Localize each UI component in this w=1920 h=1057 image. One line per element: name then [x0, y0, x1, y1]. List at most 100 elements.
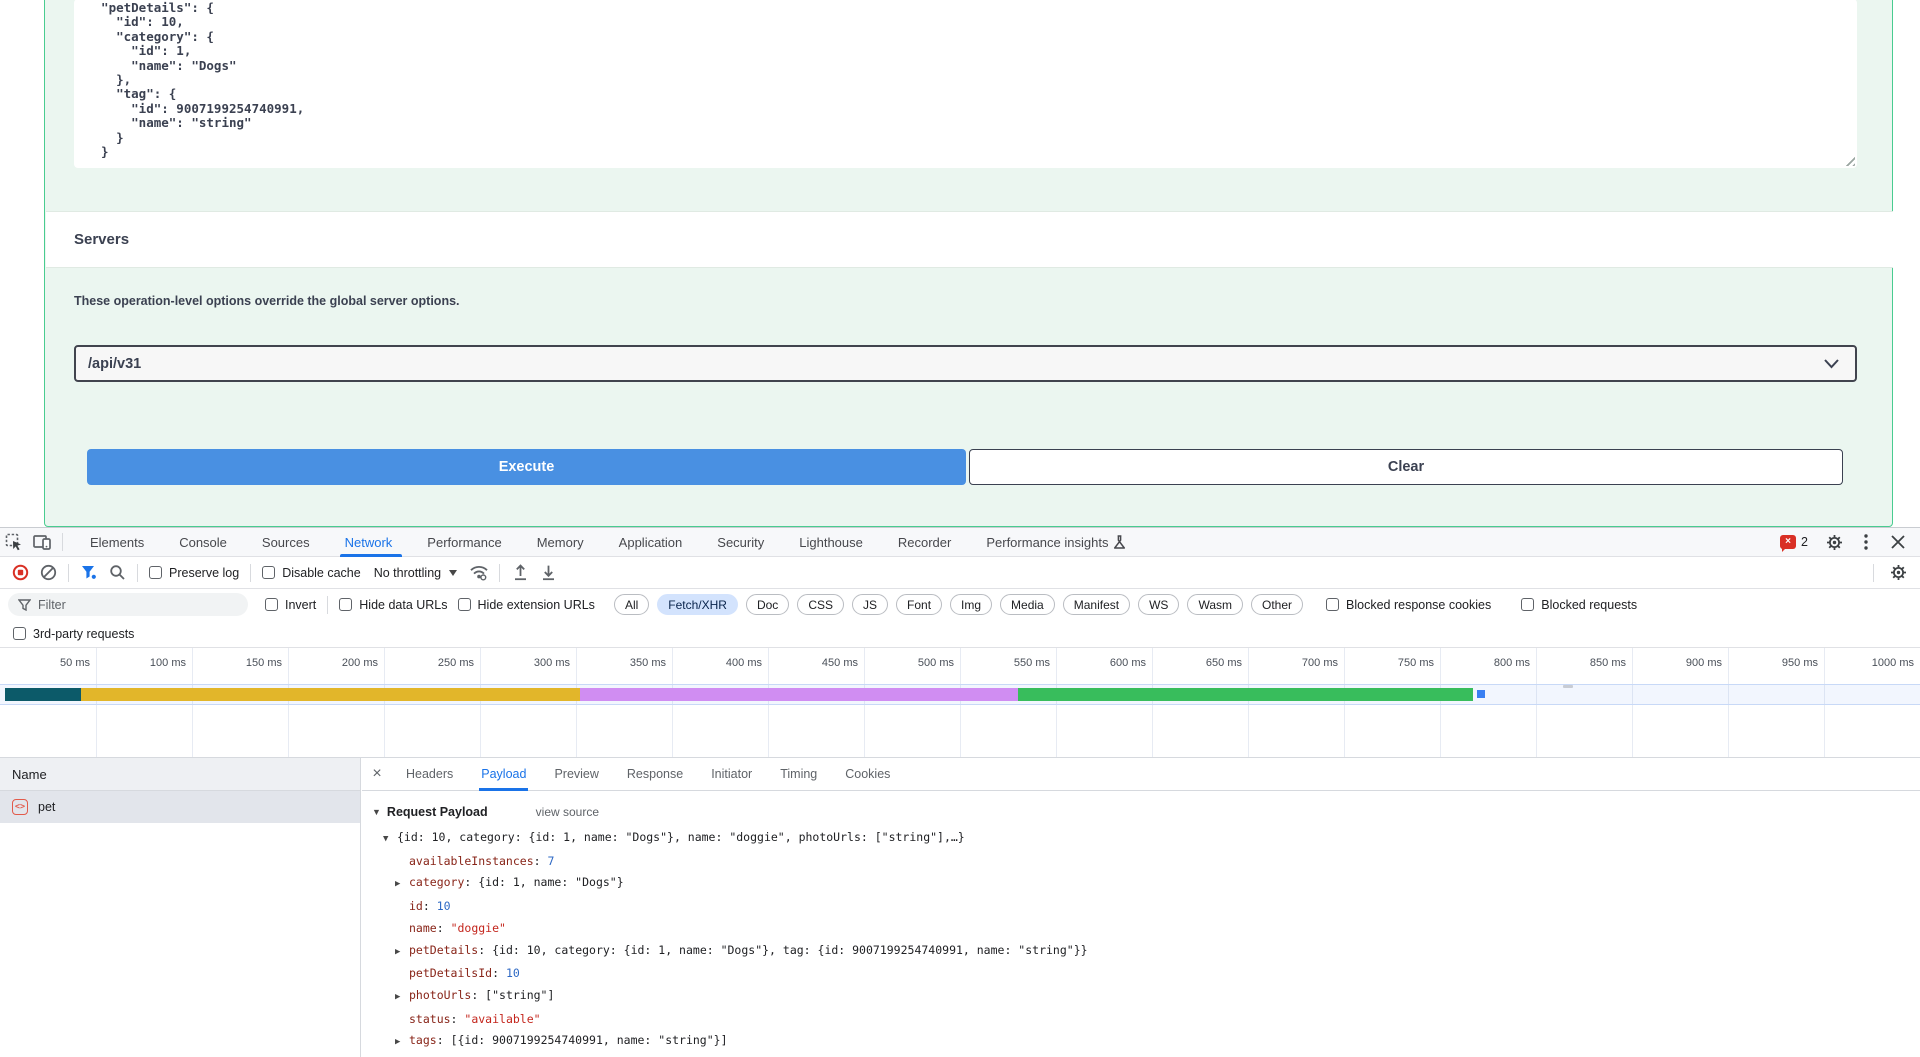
detail-tab[interactable]: Timing: [766, 758, 831, 791]
payload-row[interactable]: status: "available": [383, 1009, 1920, 1031]
view-source-link[interactable]: view source: [536, 805, 599, 819]
main-tab[interactable]: Recorder: [883, 528, 971, 557]
main-tab-label: Console: [179, 535, 227, 550]
main-tab[interactable]: Console: [164, 528, 247, 557]
checkbox[interactable]: [265, 598, 278, 611]
detail-tab[interactable]: Cookies: [831, 758, 904, 791]
name-column-header[interactable]: Name: [0, 758, 360, 791]
request-type-pill[interactable]: All: [614, 594, 649, 615]
colon: :: [471, 988, 485, 1002]
pill-label: Manifest: [1074, 598, 1119, 612]
blocked-requests-checkbox[interactable]: Blocked requests: [1516, 598, 1642, 612]
request-body-json[interactable]: "petDetails": { "id": 10, "category": { …: [74, 0, 1857, 161]
payload-row[interactable]: ▶petDetails: {id: 10, category: {id: 1, …: [383, 940, 1920, 964]
hide-extension-urls-checkbox[interactable]: Hide extension URLs: [453, 598, 600, 612]
request-type-pill[interactable]: Font: [896, 594, 942, 615]
network-settings-gear-icon[interactable]: [1884, 561, 1912, 585]
close-devtools-icon[interactable]: [1884, 530, 1912, 554]
request-type-pill[interactable]: CSS: [797, 594, 844, 615]
payload-row[interactable]: ▶category: {id: 1, name: "Dogs"}: [383, 872, 1920, 896]
main-tab[interactable]: Security: [702, 528, 784, 557]
checkbox[interactable]: [149, 566, 162, 579]
timeline-tick-label: 200 ms: [342, 657, 378, 669]
clear-network-log-icon[interactable]: [34, 561, 62, 585]
payload-row[interactable]: petDetailsId: 10: [383, 963, 1920, 985]
expand-triangle-icon[interactable]: ▶: [395, 942, 409, 964]
detail-tab[interactable]: Initiator: [697, 758, 766, 791]
inspect-element-icon[interactable]: [0, 530, 28, 554]
main-tab[interactable]: Memory: [522, 528, 604, 557]
request-row[interactable]: <> pet: [0, 791, 360, 823]
checkbox[interactable]: [262, 566, 275, 579]
checkbox[interactable]: [1521, 598, 1534, 611]
timeline-tick-label: 700 ms: [1302, 657, 1338, 669]
execute-button[interactable]: Execute: [87, 449, 966, 485]
detail-tab[interactable]: Headers: [392, 758, 467, 791]
request-type-pill[interactable]: Fetch/XHR: [657, 594, 738, 615]
invert-checkbox[interactable]: Invert: [260, 598, 321, 612]
payload-key: petDetails: [409, 943, 478, 957]
close-detail-icon[interactable]: ×: [362, 765, 392, 783]
payload-row[interactable]: ▶tags: [{id: 9007199254740991, name: "st…: [383, 1030, 1920, 1054]
request-body-editor[interactable]: "petDetails": { "id": 10, "category": { …: [74, 0, 1857, 168]
main-tab[interactable]: Elements: [75, 528, 164, 557]
payload-row[interactable]: ▶photoUrls: ["string"]: [383, 985, 1920, 1009]
detail-tab[interactable]: Preview: [540, 758, 612, 791]
request-type-pill[interactable]: Other: [1251, 594, 1303, 615]
expand-triangle-icon[interactable]: ▼: [383, 829, 397, 851]
payload-row[interactable]: id: 10: [383, 896, 1920, 918]
throttling-dropdown[interactable]: No throttling: [366, 565, 465, 580]
main-tab[interactable]: Performance insights: [971, 528, 1141, 557]
expand-triangle-icon[interactable]: ▶: [395, 874, 409, 896]
detail-tab[interactable]: Payload: [467, 758, 540, 791]
clear-button[interactable]: Clear: [969, 449, 1843, 485]
request-type-pill[interactable]: Doc: [746, 594, 789, 615]
request-payload-header[interactable]: ▼ Request Payload view source: [362, 791, 1920, 823]
request-type-pill[interactable]: Media: [1000, 594, 1055, 615]
request-type-pill[interactable]: JS: [852, 594, 888, 615]
main-tab[interactable]: Performance: [412, 528, 521, 557]
network-conditions-icon[interactable]: [465, 561, 493, 585]
load-event-marker: [1477, 690, 1485, 698]
preserve-log-checkbox[interactable]: Preserve log: [144, 566, 244, 580]
disable-cache-checkbox[interactable]: Disable cache: [257, 566, 366, 580]
payload-row[interactable]: name: "doggie": [383, 918, 1920, 940]
request-type-pill[interactable]: Manifest: [1063, 594, 1130, 615]
main-tab-label: Recorder: [898, 535, 951, 550]
main-tab[interactable]: Network: [330, 528, 413, 557]
filter-input[interactable]: Filter: [8, 593, 248, 616]
network-overview-timeline[interactable]: 50 ms100 ms150 ms200 ms250 ms300 ms350 m…: [0, 648, 1920, 758]
import-har-icon[interactable]: [506, 561, 534, 585]
main-tab[interactable]: Lighthouse: [784, 528, 883, 557]
third-party-checkbox[interactable]: 3rd-party requests: [8, 627, 139, 641]
expand-triangle-icon[interactable]: ▶: [395, 1032, 409, 1054]
caret-down-icon: [449, 570, 457, 580]
hide-data-urls-checkbox[interactable]: Hide data URLs: [334, 598, 452, 612]
request-type-pill[interactable]: WS: [1138, 594, 1179, 615]
main-tab[interactable]: Sources: [247, 528, 330, 557]
expand-triangle-icon[interactable]: ▶: [395, 987, 409, 1009]
error-badge[interactable]: × 2: [1780, 535, 1808, 549]
blocked-response-cookies-checkbox[interactable]: Blocked response cookies: [1321, 598, 1496, 612]
checkbox[interactable]: [458, 598, 471, 611]
device-toolbar-icon[interactable]: [28, 530, 56, 554]
detail-tab[interactable]: Response: [613, 758, 697, 791]
request-type-pill[interactable]: Img: [950, 594, 992, 615]
timeline-tick-label: 900 ms: [1686, 657, 1722, 669]
checkbox[interactable]: [1326, 598, 1339, 611]
checkbox[interactable]: [339, 598, 352, 611]
timeline-tick-label: 800 ms: [1494, 657, 1530, 669]
kebab-menu-icon[interactable]: [1852, 530, 1880, 554]
request-type-pill[interactable]: Wasm: [1187, 594, 1243, 615]
search-icon[interactable]: [103, 561, 131, 585]
payload-root-row[interactable]: ▼{id: 10, category: {id: 1, name: "Dogs"…: [383, 827, 1920, 851]
record-network-log-icon[interactable]: [6, 561, 34, 585]
filter-funnel-icon[interactable]: [75, 561, 103, 585]
checkbox[interactable]: [13, 627, 26, 640]
export-har-icon[interactable]: [534, 561, 562, 585]
settings-gear-icon[interactable]: [1820, 530, 1848, 554]
server-select[interactable]: /api/v31: [74, 345, 1857, 382]
payload-row[interactable]: availableInstances: 7: [383, 851, 1920, 873]
payload-value: [{id: 9007199254740991, name: "string"}]: [451, 1033, 728, 1047]
main-tab[interactable]: Application: [604, 528, 703, 557]
